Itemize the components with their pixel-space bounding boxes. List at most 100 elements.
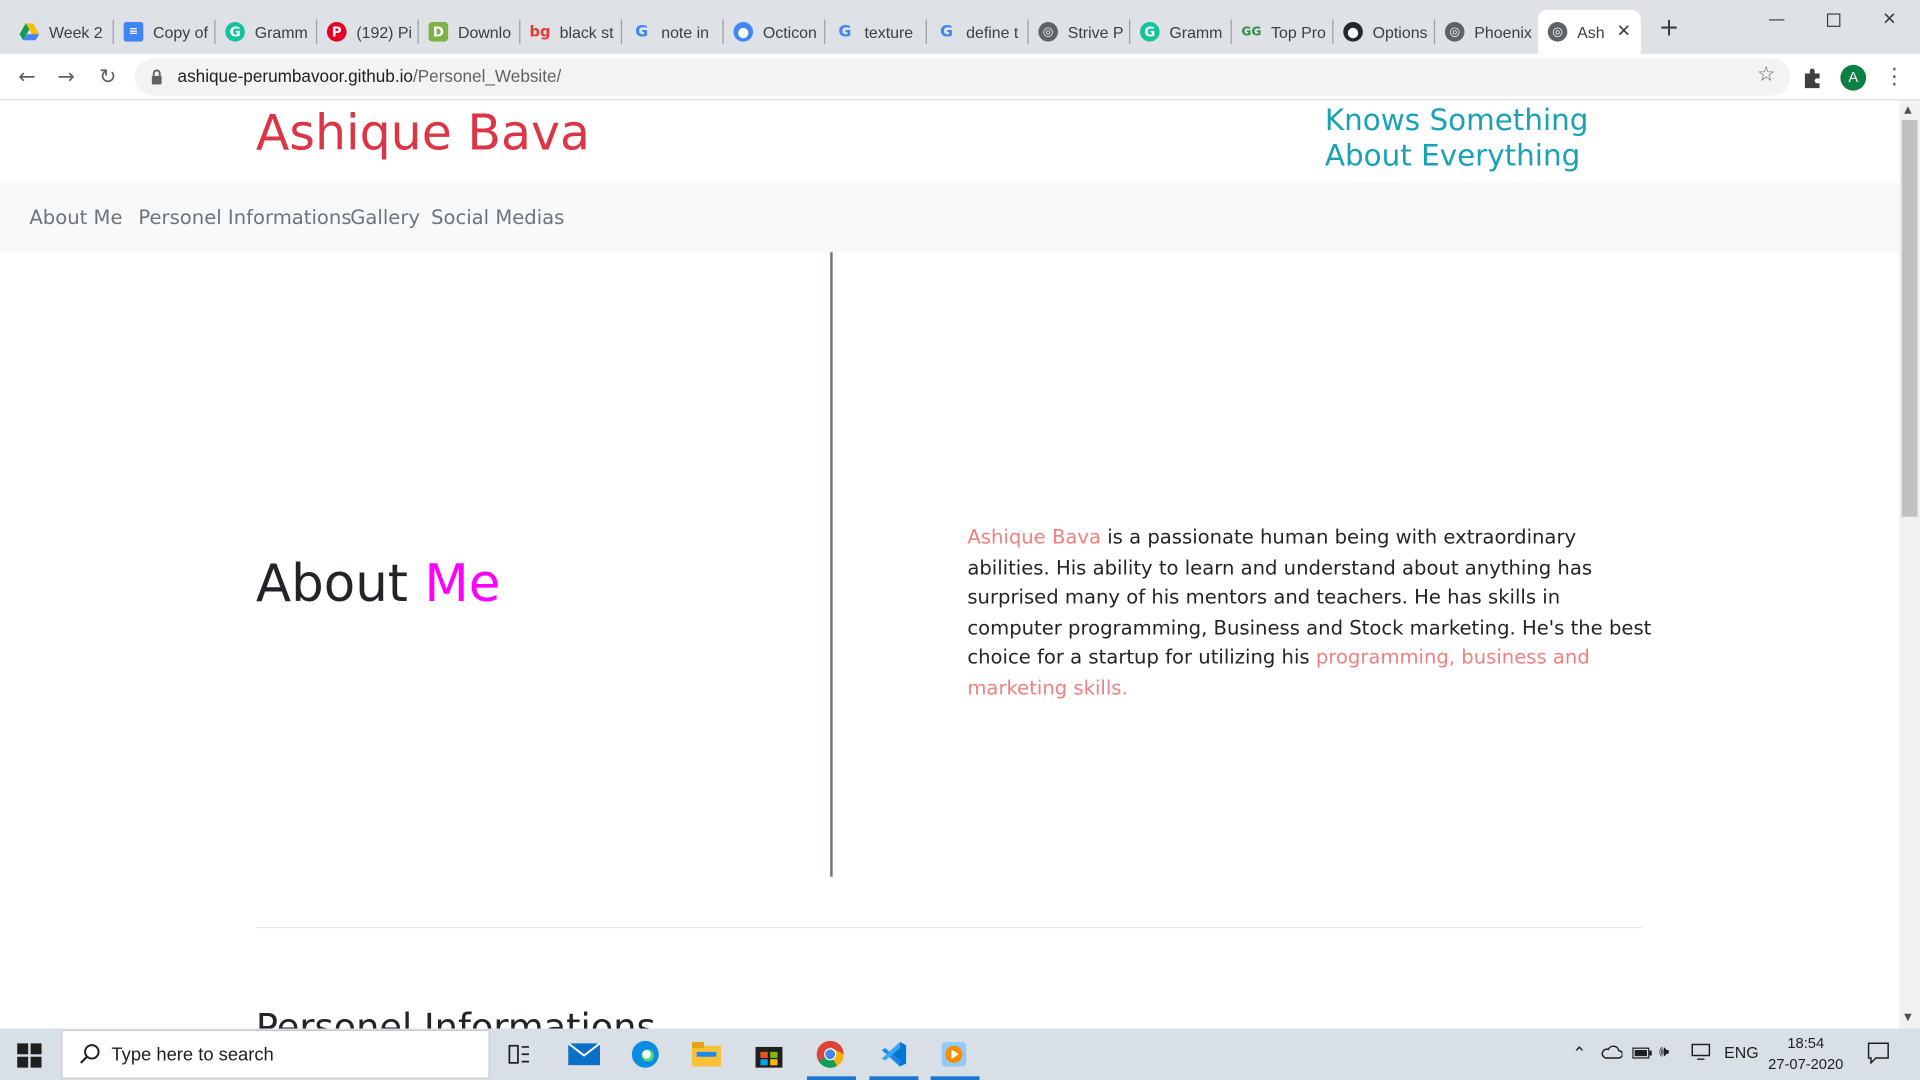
pinterest-icon: P [326,22,347,42]
nav-link-social-medias[interactable]: Social Medias [431,206,564,229]
globe-icon: ◎ [1547,22,1568,42]
globe-icon: ◎ [1444,22,1465,42]
new-tab-button[interactable]: + [1656,15,1683,42]
reload-icon[interactable]: ↻ [92,61,124,93]
tab-top-pro[interactable]: GG Top Pro [1232,10,1332,54]
vscode-icon[interactable] [878,1038,910,1070]
about-name-highlight: Ashique Bava [967,525,1102,549]
tab-title: Downlo [457,22,512,42]
tab-title: Options [1372,22,1428,42]
scroll-down-arrow-icon[interactable]: ▼ [1904,1011,1912,1022]
globe-icon: ◎ [1038,22,1058,42]
about-heading-word-1: About [255,553,408,614]
battery-icon[interactable] [1632,1046,1652,1064]
tab-octicon[interactable]: ● Octicon [724,10,824,54]
forward-arrow-icon[interactable]: → [50,61,82,93]
tab-title: (192) Pi [356,22,413,42]
tab-phoenix[interactable]: ◎ Phoenix [1435,10,1535,54]
back-arrow-icon[interactable]: ← [11,61,43,93]
file-explorer-icon[interactable] [691,1038,723,1070]
section-divider-vertical [830,252,833,877]
personel-informations-heading: Personel Informations [255,1006,656,1029]
web-page: Ashique Bava Knows Something About Every… [0,100,1900,1029]
tab-title: Phoenix [1474,22,1532,42]
url-path: /Personel_Website/ [412,66,562,86]
tab-strip: Week 2 ≡ Copy of G Gramm P (192) Pi D Do… [0,0,1920,54]
tab-title: Strive P [1067,22,1124,42]
grammarly-icon: G [1140,22,1160,42]
google-icon: G [939,22,954,42]
close-window-icon[interactable]: ✕ [1861,0,1917,39]
store-icon[interactable] [753,1038,785,1070]
google-icon: G [838,22,852,42]
tab-pinterest[interactable]: P (192) Pi [317,10,417,54]
google-docs-icon: ≡ [123,22,144,42]
browser-toolbar: ← → ↻ ashique-perumbavoor.github.io/Pers… [0,53,1920,101]
tab-download[interactable]: D Downlo [419,10,519,54]
bg-site-icon: bg [529,23,551,41]
site-tagline: Knows Something About Everything [1325,103,1589,174]
tab-week2[interactable]: Week 2 [10,10,113,54]
extensions-puzzle-icon[interactable] [1800,66,1824,90]
tab-title: Gramm [254,22,308,42]
tab-strive[interactable]: ◎ Strive P [1029,10,1129,54]
bookmark-star-icon[interactable]: ☆ [1757,62,1776,86]
scrollbar-thumb[interactable] [1901,120,1918,517]
volume-icon[interactable]: 🕪 [1659,1042,1669,1062]
tab-title: Ash [1577,22,1605,42]
windows-start-icon[interactable] [17,1043,42,1068]
tab-define[interactable]: G define t [927,10,1027,54]
system-clock[interactable]: 18:54 27-07-2020 [1768,1033,1843,1075]
clock-date: 27-07-2020 [1768,1055,1844,1073]
google-drive-icon [19,22,40,42]
tab-title: black st [559,22,614,42]
tab-grammarly-2[interactable]: G Gramm [1130,10,1230,54]
tagline-line-2: About Everything [1324,138,1581,173]
tab-grammarly[interactable]: G Gramm [216,10,316,54]
clock-time: 18:54 [1787,1034,1825,1052]
edge-icon[interactable] [629,1038,661,1070]
about-heading: About Me [256,553,500,613]
tab-title: note in [661,22,710,42]
nav-link-gallery[interactable]: Gallery [350,206,420,229]
url-text[interactable]: ashique-perumbavoor.github.io/Personel_W… [178,66,562,86]
maximize-icon[interactable] [1805,0,1861,39]
site-navbar: About Me Personel Informations Gallery S… [0,182,1900,253]
tab-options[interactable]: ● Options [1333,10,1433,54]
minimize-icon[interactable]: — [1749,0,1805,39]
section-divider-horizontal [255,926,1643,929]
language-indicator[interactable]: ENG [1724,1043,1758,1061]
tab-title: Octicon [762,22,817,42]
close-tab-icon[interactable]: ✕ [1617,22,1631,42]
notifications-icon[interactable] [1867,1042,1889,1068]
nav-link-personel-informations[interactable]: Personel Informations [138,206,351,229]
tab-note-in[interactable]: G note in [622,10,722,54]
google-icon: G [635,22,649,42]
more-menu-icon[interactable]: ⋮ [1883,64,1905,91]
media-player-active-indicator [930,1076,980,1080]
tab-title: define t [966,22,1019,42]
address-bar[interactable]: ashique-perumbavoor.github.io/Personel_W… [134,58,1791,96]
profile-avatar[interactable]: A [1840,64,1867,91]
onedrive-icon[interactable] [1600,1044,1624,1062]
network-icon[interactable] [1691,1043,1713,1064]
taskbar-search-box[interactable]: Type here to search [61,1029,490,1079]
site-brand[interactable]: Ashique Bava [256,105,590,161]
tab-black-st[interactable]: bg black st [520,10,620,54]
page-scrollbar[interactable]: ▲ ▼ [1899,100,1920,1029]
media-player-icon[interactable] [938,1038,970,1070]
tab-copy-of[interactable]: ≡ Copy of [114,10,214,54]
tab-title: Copy of [153,22,208,42]
search-icon [80,1044,100,1064]
chrome-icon[interactable] [814,1038,846,1070]
chrome-active-indicator [806,1076,856,1080]
nav-link-about-me[interactable]: About Me [29,206,122,229]
grammarly-icon: G [225,22,245,42]
scroll-up-arrow-icon[interactable]: ▲ [1904,104,1912,115]
tab-title: Gramm [1169,22,1223,42]
show-hidden-icons-chevron-icon[interactable]: ⌃ [1572,1043,1586,1064]
tab-active[interactable]: ◎ Ash ✕ [1537,9,1641,54]
task-view-icon[interactable] [503,1038,535,1070]
mail-icon[interactable] [568,1038,601,1070]
tab-texture[interactable]: G texture [825,10,925,54]
